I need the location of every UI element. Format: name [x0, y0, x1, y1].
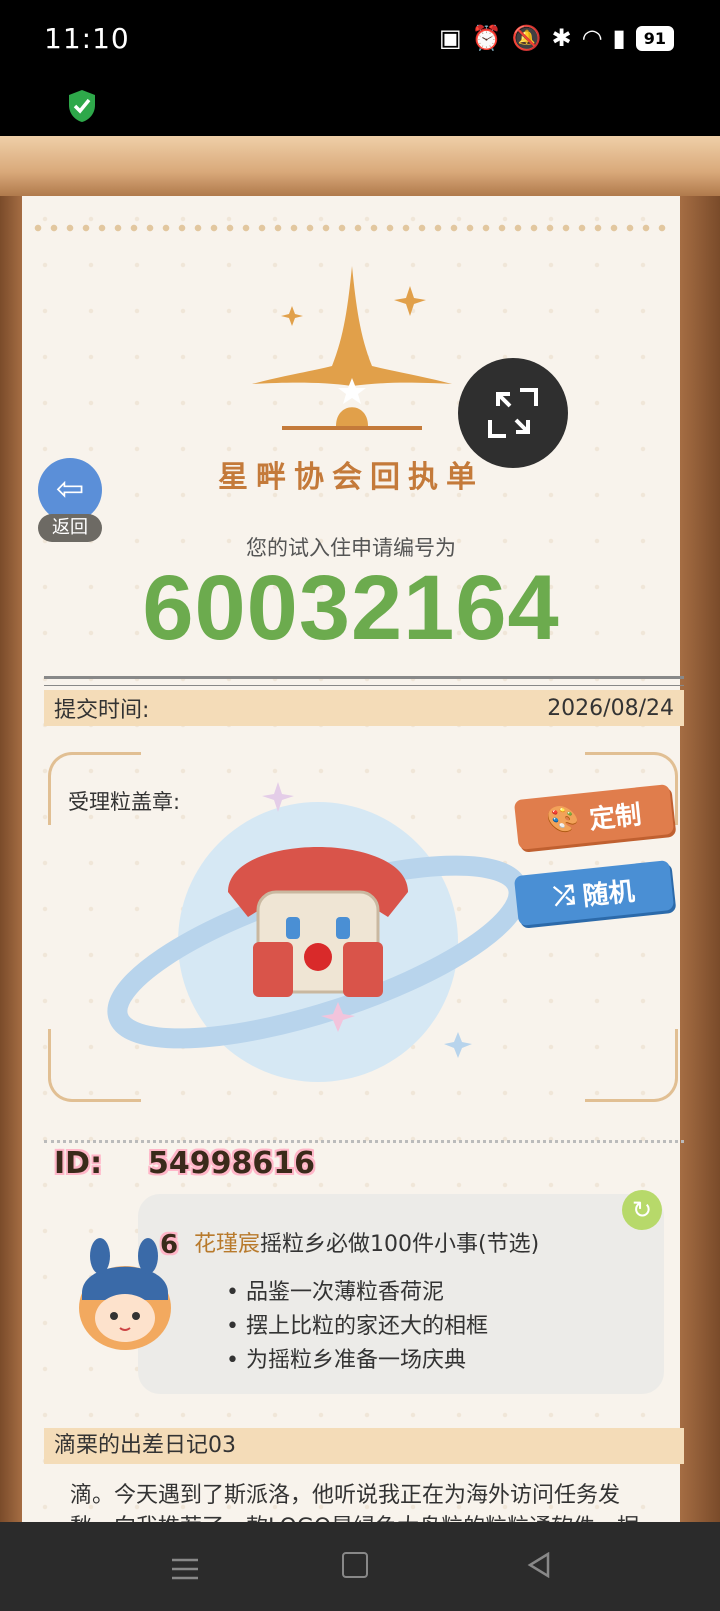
shield-check-icon [69, 90, 95, 122]
todo-card: 花瑾宸摇粒乡必做100件小事(节选) • 品鉴一次薄粒香荷泥 • 摆上比粒的家还… [138, 1194, 664, 1394]
nfc-icon: ▣ [438, 24, 462, 52]
todo-heading: 花瑾宸摇粒乡必做100件小事(节选) [194, 1226, 539, 1258]
status-bar: 11:10 ▣ ⏰ 🔕 ✱ ◠ ▮ 91 [0, 0, 720, 80]
divider-line [44, 676, 684, 686]
todo-owner-name: 花瑾宸 [194, 1232, 261, 1257]
battery-level: 91 [635, 25, 674, 51]
star-logo-icon [252, 266, 452, 430]
stamp-label: 受理粒盖章: [68, 790, 181, 814]
menu-icon[interactable] [172, 1558, 198, 1580]
submit-date: 2026/08/24 [547, 695, 674, 721]
todo-item: • 品鉴一次薄粒香荷泥 [226, 1280, 444, 1305]
palette-icon: 🎨 [545, 803, 581, 837]
back-button[interactable]: ⇦ 返回 [38, 458, 104, 544]
wood-wall-left [0, 196, 22, 1522]
random-label: 随机 [581, 876, 637, 912]
submit-time-label: 提交时间: [54, 698, 150, 723]
collapse-arrows-icon [488, 388, 538, 438]
back-nav-icon[interactable] [526, 1552, 552, 1578]
status-icons: ▣ ⏰ 🔕 ✱ ◠ ▮ 91 [439, 24, 674, 52]
diary-text: 滴。今天遇到了斯派洛，他听说我正在为海外访问任务发愁，向我推荐了一款LOGO是绿… [70, 1483, 639, 1522]
application-number: 60032164 [142, 557, 560, 659]
perforation-dots [30, 224, 670, 232]
mute-icon: 🔕 [511, 24, 542, 52]
notification-title[interactable]: 《粒粒的小人国... [124, 88, 319, 123]
wifi-icon: ◠ [581, 24, 603, 52]
customize-label: 定制 [587, 799, 643, 835]
dotted-divider [44, 1140, 684, 1143]
signal-icon: ▮ [612, 24, 626, 52]
status-time: 11:10 [44, 22, 130, 55]
todo-item: • 为摇粒乡准备一场庆典 [226, 1348, 466, 1373]
back-arrow-icon: ⇦ [38, 458, 102, 522]
avatar-number: 6 [160, 1230, 179, 1260]
shuffle-icon: ⤮ [552, 879, 577, 912]
notification-bar[interactable] [0, 80, 720, 136]
refresh-icon[interactable]: ↻ [622, 1190, 662, 1230]
todo-item: • 摆上比粒的家还大的相框 [226, 1314, 488, 1339]
receipt-paper: 星畔协会回执单 您的试入住申请编号为 60032164 提交时间: 2026/0… [22, 196, 684, 1522]
id-label: ID: [54, 1146, 103, 1181]
diary-title: 滴栗的出差日记03 [44, 1428, 684, 1464]
wooden-shelf [0, 136, 720, 196]
bluetooth-icon: ✱ [551, 24, 572, 52]
home-icon[interactable] [342, 1552, 368, 1578]
receipt-title: 星畔协会回执单 [218, 460, 484, 495]
id-value: 54998616 [148, 1146, 315, 1181]
app-container: 星畔协会回执单 您的试入住申请编号为 60032164 提交时间: 2026/0… [0, 136, 720, 1522]
alarm-icon: ⏰ [471, 24, 502, 52]
collapse-window-button[interactable] [458, 358, 568, 468]
todo-heading-text: 摇粒乡必做100件小事(节选) [260, 1232, 540, 1257]
wood-wall-right [680, 196, 720, 1522]
back-label: 返回 [38, 514, 102, 542]
submit-time-row: 提交时间: 2026/08/24 [44, 690, 684, 726]
